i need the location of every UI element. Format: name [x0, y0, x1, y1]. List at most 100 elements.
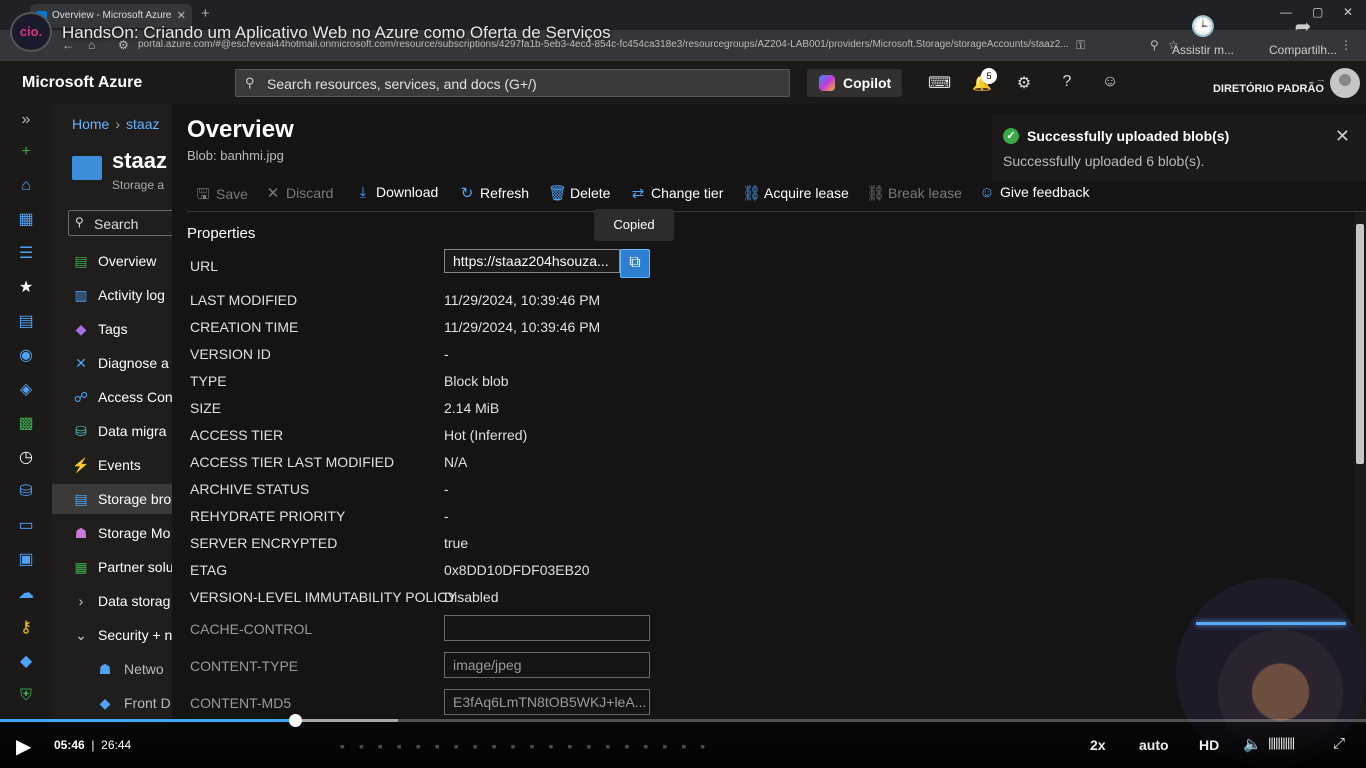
- cloud-shell-icon[interactable]: ⌨: [928, 73, 951, 93]
- monitor-icon[interactable]: ▣: [16, 550, 36, 570]
- property-input[interactable]: image/jpeg: [444, 652, 650, 678]
- sidebar-item-front-door[interactable]: ◆ Front D: [52, 688, 172, 718]
- sidebar-item-chevron-down[interactable]: ⌄ Security + n: [52, 620, 172, 650]
- share-button[interactable]: ➦ Compartilh...: [1268, 14, 1338, 57]
- current-time: 05:46: [54, 738, 85, 752]
- zoom-icon[interactable]: ⚲: [1150, 38, 1159, 52]
- cloud-icon[interactable]: ☁: [16, 584, 36, 604]
- sidebar-item-tags[interactable]: ◆ Tags: [52, 314, 172, 344]
- close-tab-icon[interactable]: ✕: [177, 9, 186, 22]
- volume-slider[interactable]: |||||||||||: [1268, 735, 1295, 750]
- sidebar-item-chevron-right[interactable]: › Data storag: [52, 586, 172, 616]
- download-button[interactable]: ⤓ Download: [354, 184, 439, 206]
- sidebar-item-events[interactable]: ⚡ Events: [52, 450, 172, 480]
- resource-menu-search[interactable]: ⚲ Search: [68, 210, 172, 236]
- success-check-icon: ✓: [1003, 128, 1019, 144]
- data-migration-icon: ⛁: [75, 423, 87, 439]
- property-label: ACCESS TIER LAST MODIFIED: [190, 454, 395, 470]
- resource-groups-icon[interactable]: ◉: [16, 346, 36, 366]
- property-label: VERSION ID: [190, 346, 271, 362]
- global-search-input[interactable]: ⚲ Search resources, services, and docs (…: [235, 69, 790, 97]
- share-icon: ➦: [1294, 16, 1312, 38]
- url-field[interactable]: https://staaz204hsouza...: [444, 249, 620, 273]
- function-apps-icon[interactable]: ▩: [16, 414, 36, 434]
- share-label: Compartilh...: [1268, 43, 1338, 57]
- security-shield-icon[interactable]: ⛨: [16, 686, 36, 706]
- sidebar-item-networking[interactable]: ☗ Netwo: [52, 654, 172, 684]
- help-icon[interactable]: ?: [1056, 73, 1078, 91]
- sidebar-item-label: Security + n: [98, 627, 172, 643]
- save-button[interactable]: 🖫 Save: [194, 184, 248, 206]
- refresh-button[interactable]: ↻ Refresh: [458, 184, 529, 206]
- hd-badge[interactable]: HD: [1199, 737, 1219, 753]
- break-lease-button[interactable]: ⛓ Break lease: [866, 184, 962, 206]
- all-services-icon[interactable]: ☰: [16, 244, 36, 264]
- video-progress-scrubber[interactable]: [289, 714, 303, 727]
- sidebar-item-activity-log[interactable]: ▥ Activity log: [52, 280, 172, 310]
- sidebar-item-diagnose[interactable]: ✕ Diagnose a: [52, 348, 172, 378]
- storage-accounts-icon[interactable]: ◆: [16, 652, 36, 672]
- breadcrumb-current[interactable]: staaz: [126, 116, 159, 132]
- azure-brand[interactable]: Microsoft Azure: [22, 74, 142, 92]
- sidebar-item-storage-mover[interactable]: ☗ Storage Mo: [52, 518, 172, 548]
- avatar[interactable]: [1330, 68, 1360, 98]
- home-icon[interactable]: ⌂: [16, 176, 36, 196]
- breadcrumb-home[interactable]: Home: [72, 116, 109, 132]
- sidebar-item-storage-browser[interactable]: ▤ Storage bro: [52, 484, 172, 514]
- search-icon: ⚲: [245, 75, 255, 90]
- download-label: Download: [376, 184, 439, 200]
- discard-button[interactable]: ✕ Discard: [264, 184, 334, 206]
- property-value: Hot (Inferred): [444, 427, 528, 443]
- property-label: ACCESS TIER: [190, 427, 284, 443]
- copy-to-clipboard-button[interactable]: ⧉: [620, 249, 650, 278]
- dashboard-icon[interactable]: ▦: [16, 210, 36, 230]
- recent-clock-icon[interactable]: ◷: [16, 448, 36, 468]
- volume-icon[interactable]: 🔈: [1243, 735, 1262, 753]
- virtual-machines-icon[interactable]: ▭: [16, 516, 36, 536]
- property-label: CONTENT-TYPE: [190, 658, 299, 674]
- windows-taskbar-ghost: ▪▪▪▪▪▪▪▪▪▪▪▪▪▪▪▪▪▪▪▪: [340, 738, 720, 754]
- watch-later-button[interactable]: 🕒 Assistir m...: [1168, 14, 1238, 57]
- new-tab-icon[interactable]: +: [201, 5, 210, 22]
- sidebar-item-partner-solutions[interactable]: ▦ Partner solu: [52, 552, 172, 582]
- change-tier-button[interactable]: ⇄ Change tier: [629, 184, 724, 206]
- close-window-icon[interactable]: ✕: [1343, 5, 1353, 19]
- storage-mover-icon: ☗: [74, 525, 88, 541]
- settings-gear-icon[interactable]: ⚙: [1013, 73, 1035, 93]
- play-icon[interactable]: ▶: [16, 734, 31, 759]
- resource-title: staaz: [112, 148, 168, 173]
- property-value: N/A: [444, 454, 468, 470]
- copilot-button[interactable]: Copilot: [807, 69, 902, 97]
- give-feedback-button[interactable]: ☺ Give feedback: [978, 184, 1089, 206]
- expand-menu-icon[interactable]: »: [16, 110, 36, 130]
- playback-speed-button[interactable]: 2x: [1090, 737, 1106, 753]
- create-resource-icon[interactable]: +: [16, 142, 36, 162]
- sidebar-item-access-control[interactable]: ☍ Access Con: [52, 382, 172, 412]
- more-menu-icon[interactable]: ⋮: [1340, 38, 1352, 52]
- all-resources-icon[interactable]: ▤: [16, 312, 36, 332]
- feedback-icon[interactable]: ☺: [1099, 73, 1121, 91]
- acquire-lease-button[interactable]: ⛓ Acquire lease: [742, 184, 849, 206]
- scrollbar-thumb[interactable]: [1356, 224, 1364, 464]
- key-vault-icon[interactable]: ⚷: [16, 618, 36, 638]
- sidebar-item-label: Data storag: [98, 593, 171, 609]
- property-input[interactable]: E3fAq6LmTN8tOB5WKJ+leA...: [444, 689, 650, 715]
- property-input[interactable]: [444, 615, 650, 641]
- account-directory[interactable]: -- DIRETÓRIO PADRÃO: [1213, 75, 1324, 95]
- close-icon[interactable]: ✕: [1335, 126, 1350, 147]
- app-services-icon[interactable]: ◈: [16, 380, 36, 400]
- sidebar-item-data-migration[interactable]: ⛁ Data migra: [52, 416, 172, 446]
- video-title[interactable]: HandsOn: Criando um Aplicativo Web no Az…: [62, 23, 611, 43]
- delete-button[interactable]: 🗑 Delete: [548, 184, 610, 206]
- key-icon[interactable]: ⚿: [1076, 38, 1085, 53]
- property-value: true: [444, 535, 469, 551]
- channel-logo[interactable]: cio.: [10, 12, 52, 52]
- sql-database-icon[interactable]: ⛁: [16, 482, 36, 502]
- quality-auto-button[interactable]: auto: [1139, 737, 1169, 753]
- favorites-star-icon[interactable]: ★: [16, 278, 36, 298]
- property-value: Disabled: [444, 589, 499, 605]
- sidebar-item-overview[interactable]: ▤ Overview: [52, 246, 172, 276]
- property-value: 11/29/2024, 10:39:46 PM: [444, 319, 601, 335]
- toast-message: Successfully uploaded 6 blob(s).: [1003, 153, 1205, 169]
- fullscreen-icon[interactable]: ⤢: [1333, 735, 1345, 752]
